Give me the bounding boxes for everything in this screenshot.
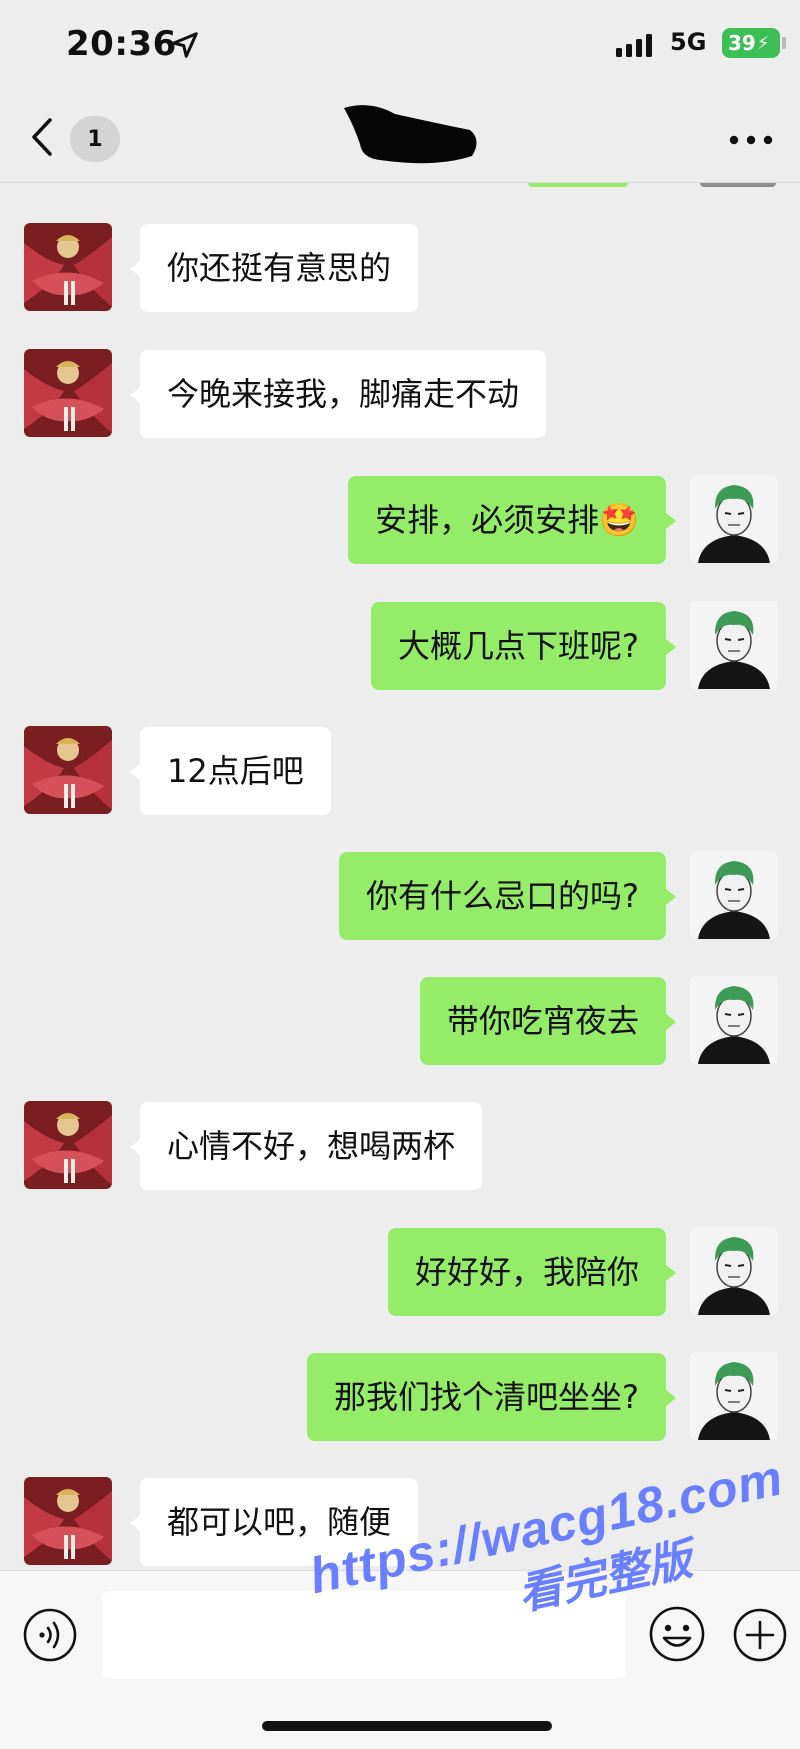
contact-avatar[interactable] (24, 726, 112, 814)
location-arrow-icon (172, 32, 198, 58)
emoji-icon[interactable] (648, 1605, 706, 1663)
previous-avatar-edge (700, 183, 776, 187)
more-icon[interactable] (728, 134, 774, 146)
message-bubble[interactable]: 12点后吧 (130, 727, 331, 815)
message-bubble[interactable]: 你还挺有意思的 (129, 224, 419, 312)
message-input[interactable] (102, 1591, 626, 1679)
message-bubble[interactable]: 安排，必须安排🤩 (348, 476, 676, 564)
contact-avatar[interactable] (24, 223, 112, 311)
user-avatar[interactable] (690, 976, 778, 1064)
message-row: 12点后吧 (0, 726, 800, 816)
input-bar (0, 1570, 800, 1749)
message-list[interactable]: 你还挺有意思的 今晚来接我，脚痛走不动 安排，必须安排🤩 大概几点下班呢? 12… (0, 183, 800, 1570)
back-icon[interactable] (26, 114, 58, 160)
message-bubble[interactable]: 心情不好，想喝两杯 (129, 1102, 483, 1190)
battery-level: 39 (728, 31, 756, 55)
chat-header: 1 (0, 92, 800, 182)
contact-avatar[interactable] (24, 1477, 112, 1565)
charging-icon: ⚡ (756, 32, 770, 54)
message-bubble[interactable]: 你有什么忌口的吗? (339, 852, 676, 940)
message-row: 都可以吧，随便 (0, 1477, 800, 1567)
signal-icon (616, 34, 652, 57)
message-row: 心情不好，想喝两杯 (0, 1101, 800, 1191)
message-row: 今晚来接我，脚痛走不动 (0, 349, 800, 439)
message-row: 带你吃宵夜去 (0, 976, 800, 1066)
status-time: 20:36 (66, 24, 177, 64)
user-avatar[interactable] (690, 1352, 778, 1440)
contact-avatar[interactable] (24, 349, 112, 437)
message-bubble[interactable]: 好好好，我陪你 (387, 1228, 677, 1316)
home-indicator (262, 1721, 552, 1731)
message-row: 你还挺有意思的 (0, 223, 800, 313)
user-avatar[interactable] (690, 1227, 778, 1315)
unread-badge[interactable]: 1 (70, 116, 120, 162)
contact-avatar[interactable] (24, 1101, 112, 1189)
message-row: 安排，必须安排🤩 (0, 475, 800, 565)
previous-message-edge (528, 183, 628, 187)
battery-tip (782, 37, 786, 49)
message-bubble[interactable]: 那我们找个清吧坐坐? (307, 1353, 676, 1441)
network-type: 5G (670, 28, 707, 56)
message-row: 你有什么忌口的吗? (0, 851, 800, 941)
plus-icon[interactable] (732, 1607, 788, 1663)
message-bubble[interactable]: 大概几点下班呢? (371, 602, 676, 690)
redacted-title (344, 105, 477, 164)
user-avatar[interactable] (690, 601, 778, 689)
user-avatar[interactable] (690, 851, 778, 939)
status-bar: 20:36 5G 39 ⚡ (0, 0, 800, 92)
message-bubble[interactable]: 带你吃宵夜去 (419, 977, 677, 1065)
voice-icon[interactable] (22, 1607, 78, 1663)
message-row: 大概几点下班呢? (0, 601, 800, 691)
message-row: 好好好，我陪你 (0, 1227, 800, 1317)
message-bubble[interactable]: 都可以吧，随便 (129, 1478, 419, 1566)
user-avatar[interactable] (690, 475, 778, 563)
message-bubble[interactable]: 今晚来接我，脚痛走不动 (129, 350, 547, 438)
battery-indicator: 39 ⚡ (722, 28, 780, 58)
message-row: 那我们找个清吧坐坐? (0, 1352, 800, 1442)
